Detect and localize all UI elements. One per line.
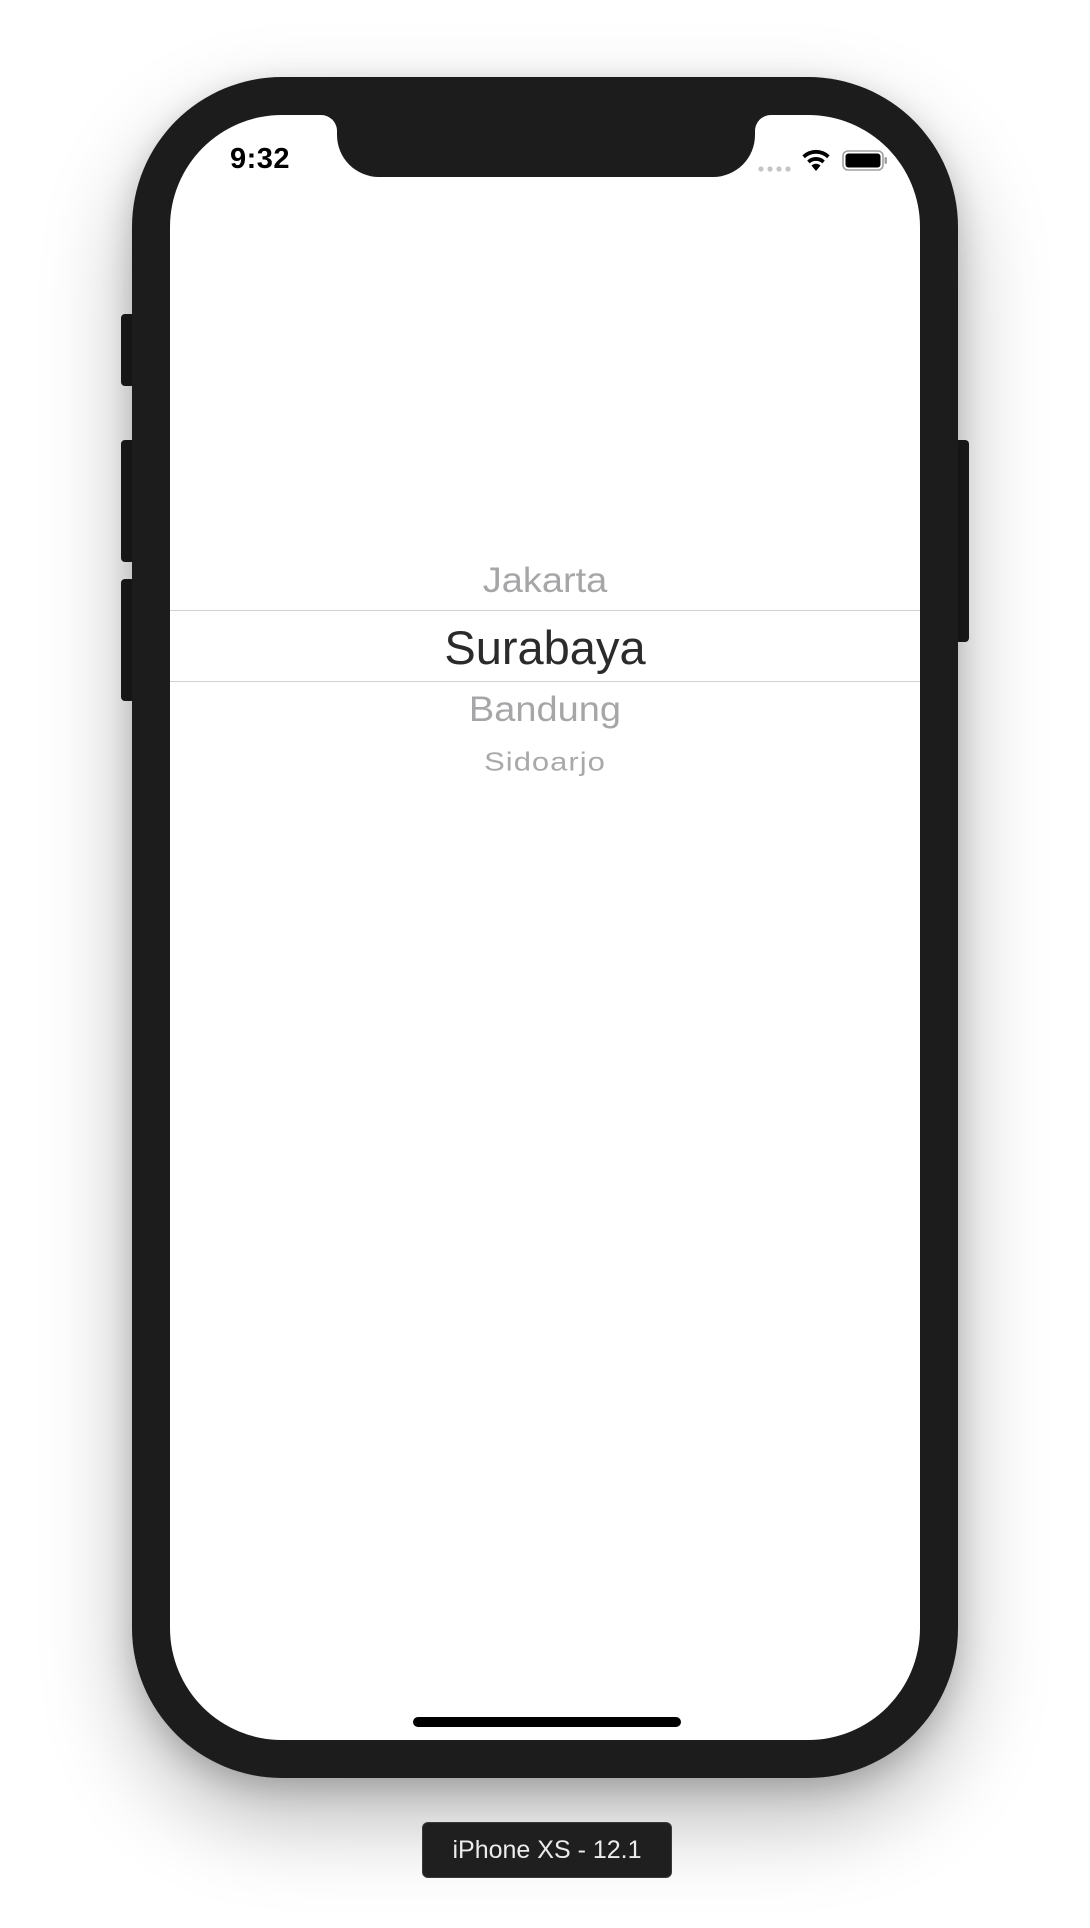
selection-indicator-bottom (170, 681, 920, 682)
selection-indicator-top (170, 610, 920, 611)
picker-option-surabaya-selected[interactable]: Surabaya (170, 620, 920, 675)
simulator-device-label: iPhone XS - 12.1 (422, 1822, 672, 1878)
home-indicator[interactable] (413, 1717, 681, 1727)
simulator-stage: 9:32 Jakarta Surabaya Bandung Sidoarjo i… (0, 0, 1090, 1928)
picker-option-sidoarjo[interactable]: Sidoarjo (170, 747, 920, 778)
picker-option-bandung[interactable]: Bandung (170, 691, 920, 731)
picker-option-jakarta[interactable]: Jakarta (170, 562, 920, 602)
city-picker[interactable]: Jakarta Surabaya Bandung Sidoarjo (170, 115, 920, 1740)
device-screen: 9:32 Jakarta Surabaya Bandung Sidoarjo (170, 115, 920, 1740)
